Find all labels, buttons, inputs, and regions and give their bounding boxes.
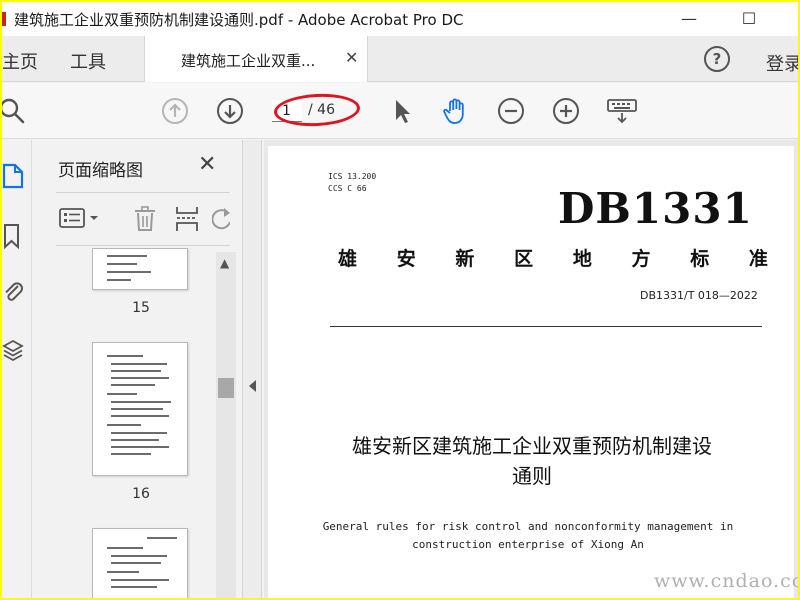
english-title-line2: construction enterprise of Xiong An	[412, 538, 644, 551]
maximize-button[interactable]: ☐	[726, 6, 772, 32]
help-icon[interactable]: ?	[704, 46, 730, 72]
document-title-line1: 雄安新区建筑施工企业双重预防机制建设	[352, 434, 712, 458]
standard-type-char: 新	[455, 248, 475, 270]
zoom-out-icon[interactable]	[497, 97, 525, 125]
tab-document-label: 建筑施工企业双重...	[181, 52, 316, 70]
title-bar: 建筑施工企业双重预防机制建设通则.pdf - Adobe Acrobat Pro…	[2, 2, 798, 36]
keyboard-icon[interactable]	[606, 97, 638, 125]
bookmark-icon[interactable]	[2, 222, 26, 250]
panel-toolbar	[56, 192, 230, 246]
insert-page-icon[interactable]	[174, 205, 200, 233]
panel-close-icon[interactable]: ✕	[198, 152, 216, 177]
site-watermark: www.cndao.com	[654, 570, 798, 592]
standard-type-char: 安	[396, 248, 416, 270]
document-page: ICS 13.200 CCS C 66 DB1331 雄 安 新 区 地 方 标…	[268, 146, 794, 598]
thumbnail-label-15: 15	[132, 300, 150, 316]
standard-type-char: 准	[748, 248, 768, 270]
standard-type-char: 方	[631, 248, 651, 270]
search-icon[interactable]	[2, 97, 26, 125]
thumbnail-page-16[interactable]	[92, 342, 188, 476]
ics-code: ICS 13.200	[328, 172, 377, 181]
standard-type: 雄 安 新 区 地 方 标 准	[338, 244, 768, 271]
tab-bar: 主页 工具 建筑施工企业双重... ✕ ? 登录	[2, 36, 798, 82]
thumbnail-list[interactable]: 15 16	[56, 248, 216, 598]
close-tab-icon[interactable]: ✕	[345, 48, 358, 67]
rotate-page-icon[interactable]	[212, 205, 230, 233]
page-down-icon[interactable]	[216, 97, 244, 125]
collapse-panel-icon[interactable]	[249, 380, 256, 392]
thumbnail-panel: 页面缩略图 ✕ 15 16 ▲	[40, 140, 240, 598]
tab-document[interactable]: 建筑施工企业双重... ✕	[144, 36, 368, 82]
document-view[interactable]: ICS 13.200 CCS C 66 DB1331 雄 安 新 区 地 方 标…	[264, 140, 798, 598]
window-title: 建筑施工企业双重预防机制建设通则.pdf - Adobe Acrobat Pro…	[14, 11, 464, 29]
tab-tools[interactable]: 工具	[70, 48, 106, 74]
zoom-in-icon[interactable]	[552, 97, 580, 125]
panel-splitter[interactable]	[242, 140, 262, 598]
english-title-line1: General rules for risk control and nonco…	[322, 520, 734, 533]
attachment-icon[interactable]	[2, 278, 26, 306]
tab-home[interactable]: 主页	[2, 48, 38, 74]
thumbnail-scrollbar[interactable]: ▲	[216, 252, 236, 598]
red-highlight-ellipse	[273, 91, 361, 129]
layers-icon[interactable]	[2, 338, 26, 366]
page-thumbnails-icon[interactable]	[2, 162, 26, 190]
header-divider	[330, 326, 762, 327]
standard-number: DB1331/T 018—2022	[640, 289, 758, 302]
navigation-rail	[2, 140, 32, 598]
thumbnail-label-16: 16	[132, 486, 150, 502]
ccs-code: CCS C 66	[328, 184, 367, 193]
acrobat-app-icon	[2, 12, 6, 26]
hand-tool-icon[interactable]	[442, 97, 470, 125]
main-toolbar: 1 / 46	[2, 83, 798, 139]
scroll-up-icon[interactable]: ▲	[220, 256, 229, 270]
minimize-button[interactable]: —	[666, 6, 712, 32]
select-cursor-icon[interactable]	[388, 97, 416, 125]
thumbnail-page-15[interactable]	[92, 248, 188, 290]
document-title-line2: 通则	[512, 464, 552, 488]
thumbnail-page-17[interactable]	[92, 528, 188, 598]
scrollbar-thumb[interactable]	[218, 378, 234, 398]
thumbnail-options-icon[interactable]	[58, 205, 102, 231]
page-up-icon[interactable]	[161, 97, 189, 125]
standard-type-char: 区	[514, 248, 534, 270]
standard-type-char: 地	[572, 248, 592, 270]
acrobat-window: 建筑施工企业双重预防机制建设通则.pdf - Adobe Acrobat Pro…	[2, 2, 798, 598]
standard-type-char: 雄	[338, 248, 358, 270]
panel-title: 页面缩略图	[58, 161, 143, 181]
login-button[interactable]: 登录	[766, 50, 798, 76]
standard-code: DB1331	[558, 184, 753, 233]
standard-type-char: 标	[690, 248, 710, 270]
delete-page-icon[interactable]	[132, 205, 158, 233]
